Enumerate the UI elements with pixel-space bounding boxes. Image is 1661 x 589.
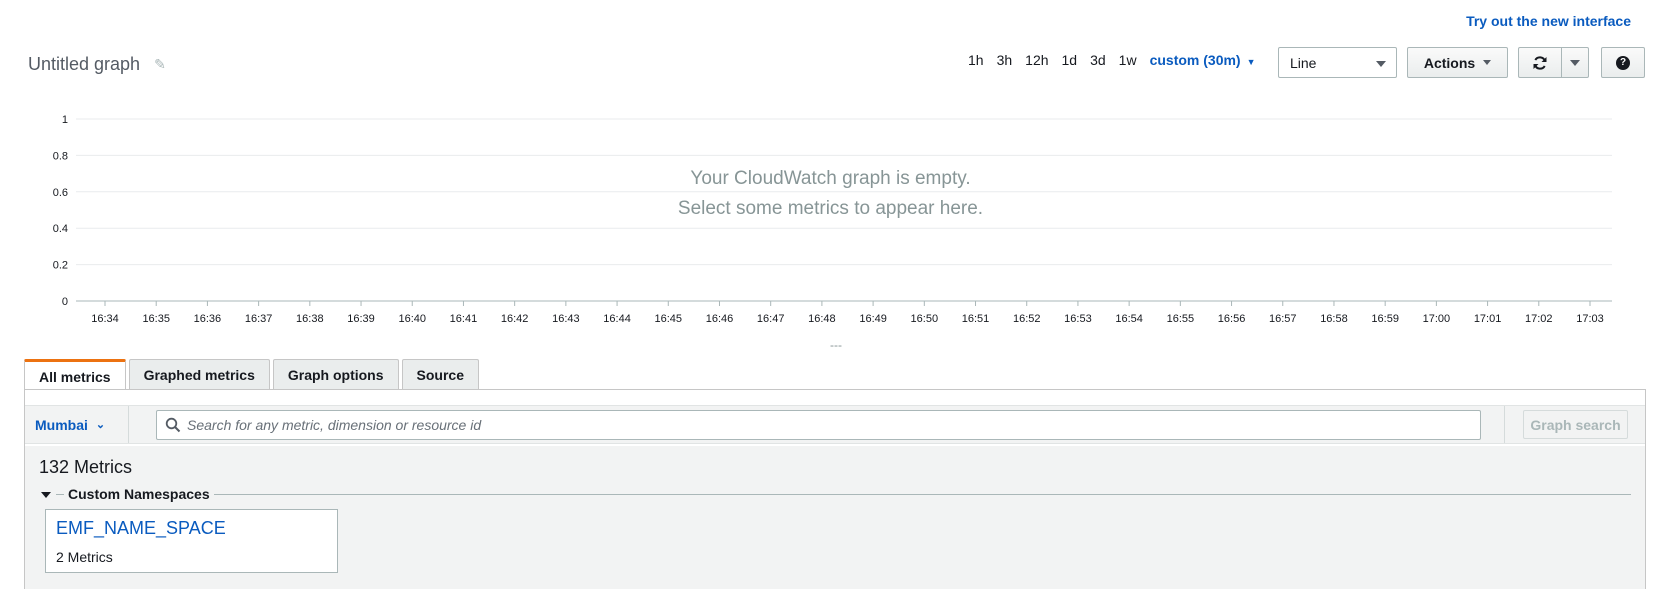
x-tick-label: 16:44 <box>603 313 631 325</box>
metrics-panel: Mumbai ⌄ Graph search 132 Metrics Custom… <box>24 389 1646 589</box>
time-period-selector: 1h 3h 12h 1d 3d 1w custom (30m) ▼ <box>968 52 1269 68</box>
y-tick-label: 1 <box>62 114 68 126</box>
caret-down-icon <box>1570 59 1580 66</box>
help-button[interactable]: ? <box>1601 47 1645 78</box>
collapse-icon[interactable] <box>41 492 51 498</box>
period-3d[interactable]: 3d <box>1090 52 1106 68</box>
tab-graphed-metrics[interactable]: Graphed metrics <box>128 359 270 390</box>
period-custom-label: custom (30m) <box>1149 52 1241 68</box>
divider <box>56 493 64 495</box>
actions-button[interactable]: Actions <box>1407 47 1508 78</box>
graph-title-area: Untitled graph ✎ <box>28 54 166 75</box>
try-new-interface-link[interactable]: Try out the new interface <box>1466 13 1631 29</box>
tab-all-metrics[interactable]: All metrics <box>24 359 126 391</box>
namespace-group-header: Custom Namespaces <box>41 486 1631 502</box>
y-tick-label: 0.4 <box>53 223 68 235</box>
actions-label: Actions <box>1423 54 1476 71</box>
metrics-tabs: All metrics Graphed metrics Graph option… <box>24 359 482 391</box>
dropdown-arrow-icon <box>1376 61 1386 67</box>
x-tick-label: 17:01 <box>1474 313 1502 325</box>
y-tick-label: 0.8 <box>53 150 68 162</box>
x-tick-label: 16:47 <box>757 313 785 325</box>
graph-title[interactable]: Untitled graph <box>28 54 140 75</box>
x-tick-label: 16:52 <box>1013 313 1041 325</box>
metric-search-box <box>156 410 1481 440</box>
period-1d[interactable]: 1d <box>1062 52 1078 68</box>
region-selector[interactable]: Mumbai ⌄ <box>25 406 129 443</box>
help-icon: ? <box>1616 55 1630 70</box>
y-tick-label: 0 <box>62 296 68 308</box>
graph-type-value: Line <box>1290 55 1317 71</box>
period-1w[interactable]: 1w <box>1119 52 1137 68</box>
namespace-card[interactable]: EMF_NAME_SPACE 2 Metrics <box>45 509 338 573</box>
graph-type-select[interactable]: Line <box>1278 47 1397 78</box>
x-tick-label: 17:00 <box>1423 313 1451 325</box>
refresh-button[interactable] <box>1518 47 1562 78</box>
metrics-browser: 132 Metrics Custom Namespaces EMF_NAME_S… <box>25 446 1645 589</box>
metrics-toolbar: Mumbai ⌄ Graph search <box>25 405 1645 444</box>
pencil-icon[interactable]: ✎ <box>154 56 166 73</box>
x-tick-label: 16:36 <box>194 313 222 325</box>
x-tick-label: 16:59 <box>1371 313 1399 325</box>
x-tick-label: 16:48 <box>808 313 836 325</box>
period-custom[interactable]: custom (30m) ▼ <box>1150 52 1256 68</box>
x-tick-label: 16:55 <box>1167 313 1195 325</box>
x-tick-label: 16:34 <box>91 313 119 325</box>
x-tick-label: 16:43 <box>552 313 580 325</box>
period-12h[interactable]: 12h <box>1025 52 1048 68</box>
x-tick-label: 16:56 <box>1218 313 1246 325</box>
caret-down-icon <box>1483 60 1492 65</box>
chevron-down-icon: ⌄ <box>95 419 106 431</box>
x-tick-label: 16:38 <box>296 313 324 325</box>
graph-search-area: Graph search <box>1504 406 1645 443</box>
tab-graph-options[interactable]: Graph options <box>272 359 399 390</box>
metrics-count: 132 Metrics <box>39 457 133 477</box>
divider <box>213 493 1631 495</box>
period-3h[interactable]: 3h <box>997 52 1013 68</box>
empty-graph-hint: Select some metrics to appear here. <box>677 198 984 219</box>
x-tick-label: 16:57 <box>1269 313 1297 325</box>
x-tick-label: 16:37 <box>245 313 273 325</box>
x-tick-label: 16:53 <box>1064 313 1092 325</box>
refresh-options-button[interactable] <box>1561 47 1589 78</box>
refresh-icon <box>1533 55 1547 70</box>
x-tick-label: 16:50 <box>911 313 939 325</box>
search-icon <box>165 417 181 433</box>
x-tick-label: 16:46 <box>706 313 734 325</box>
caret-down-icon: ▼ <box>1246 57 1256 67</box>
x-tick-label: 16:41 <box>450 313 478 325</box>
graph-canvas: 00.20.40.60.8116:34 16:35 16:36 16:37 16:38 1… <box>53 114 1612 325</box>
y-tick-label: 0.2 <box>53 260 68 272</box>
x-tick-label: 17:03 <box>1576 313 1604 325</box>
x-tick-label: 16:58 <box>1320 313 1348 325</box>
namespace-group-label: Custom Namespaces <box>68 486 210 502</box>
x-tick-label: 16:40 <box>398 313 426 325</box>
tab-source[interactable]: Source <box>401 359 479 390</box>
period-1h[interactable]: 1h <box>968 52 984 68</box>
x-tick-label: 16:54 <box>1115 313 1143 325</box>
x-tick-label: 16:35 <box>142 313 170 325</box>
metric-search-input[interactable] <box>187 417 1467 433</box>
x-tick-label: 16:45 <box>655 313 683 325</box>
empty-graph-message: Your CloudWatch graph is empty. <box>690 168 971 189</box>
region-label: Mumbai <box>35 416 88 433</box>
metrics-graph: 0 0.2 0.4 0.6 0.8 1 16:34 16:35 16:36 16:37 16:38 1… <box>0 100 1661 340</box>
x-tick-label: 16:51 <box>962 313 990 325</box>
x-tick-label: 16:39 <box>347 313 375 325</box>
resize-handle[interactable]: --- <box>830 338 842 352</box>
x-tick-label: 17:02 <box>1525 313 1553 325</box>
graph-search-button[interactable]: Graph search <box>1523 410 1628 439</box>
namespace-name[interactable]: EMF_NAME_SPACE <box>56 518 226 539</box>
x-tick-label: 16:42 <box>501 313 529 325</box>
namespace-metric-count: 2 Metrics <box>56 549 113 565</box>
x-tick-label: 16:49 <box>859 313 887 325</box>
